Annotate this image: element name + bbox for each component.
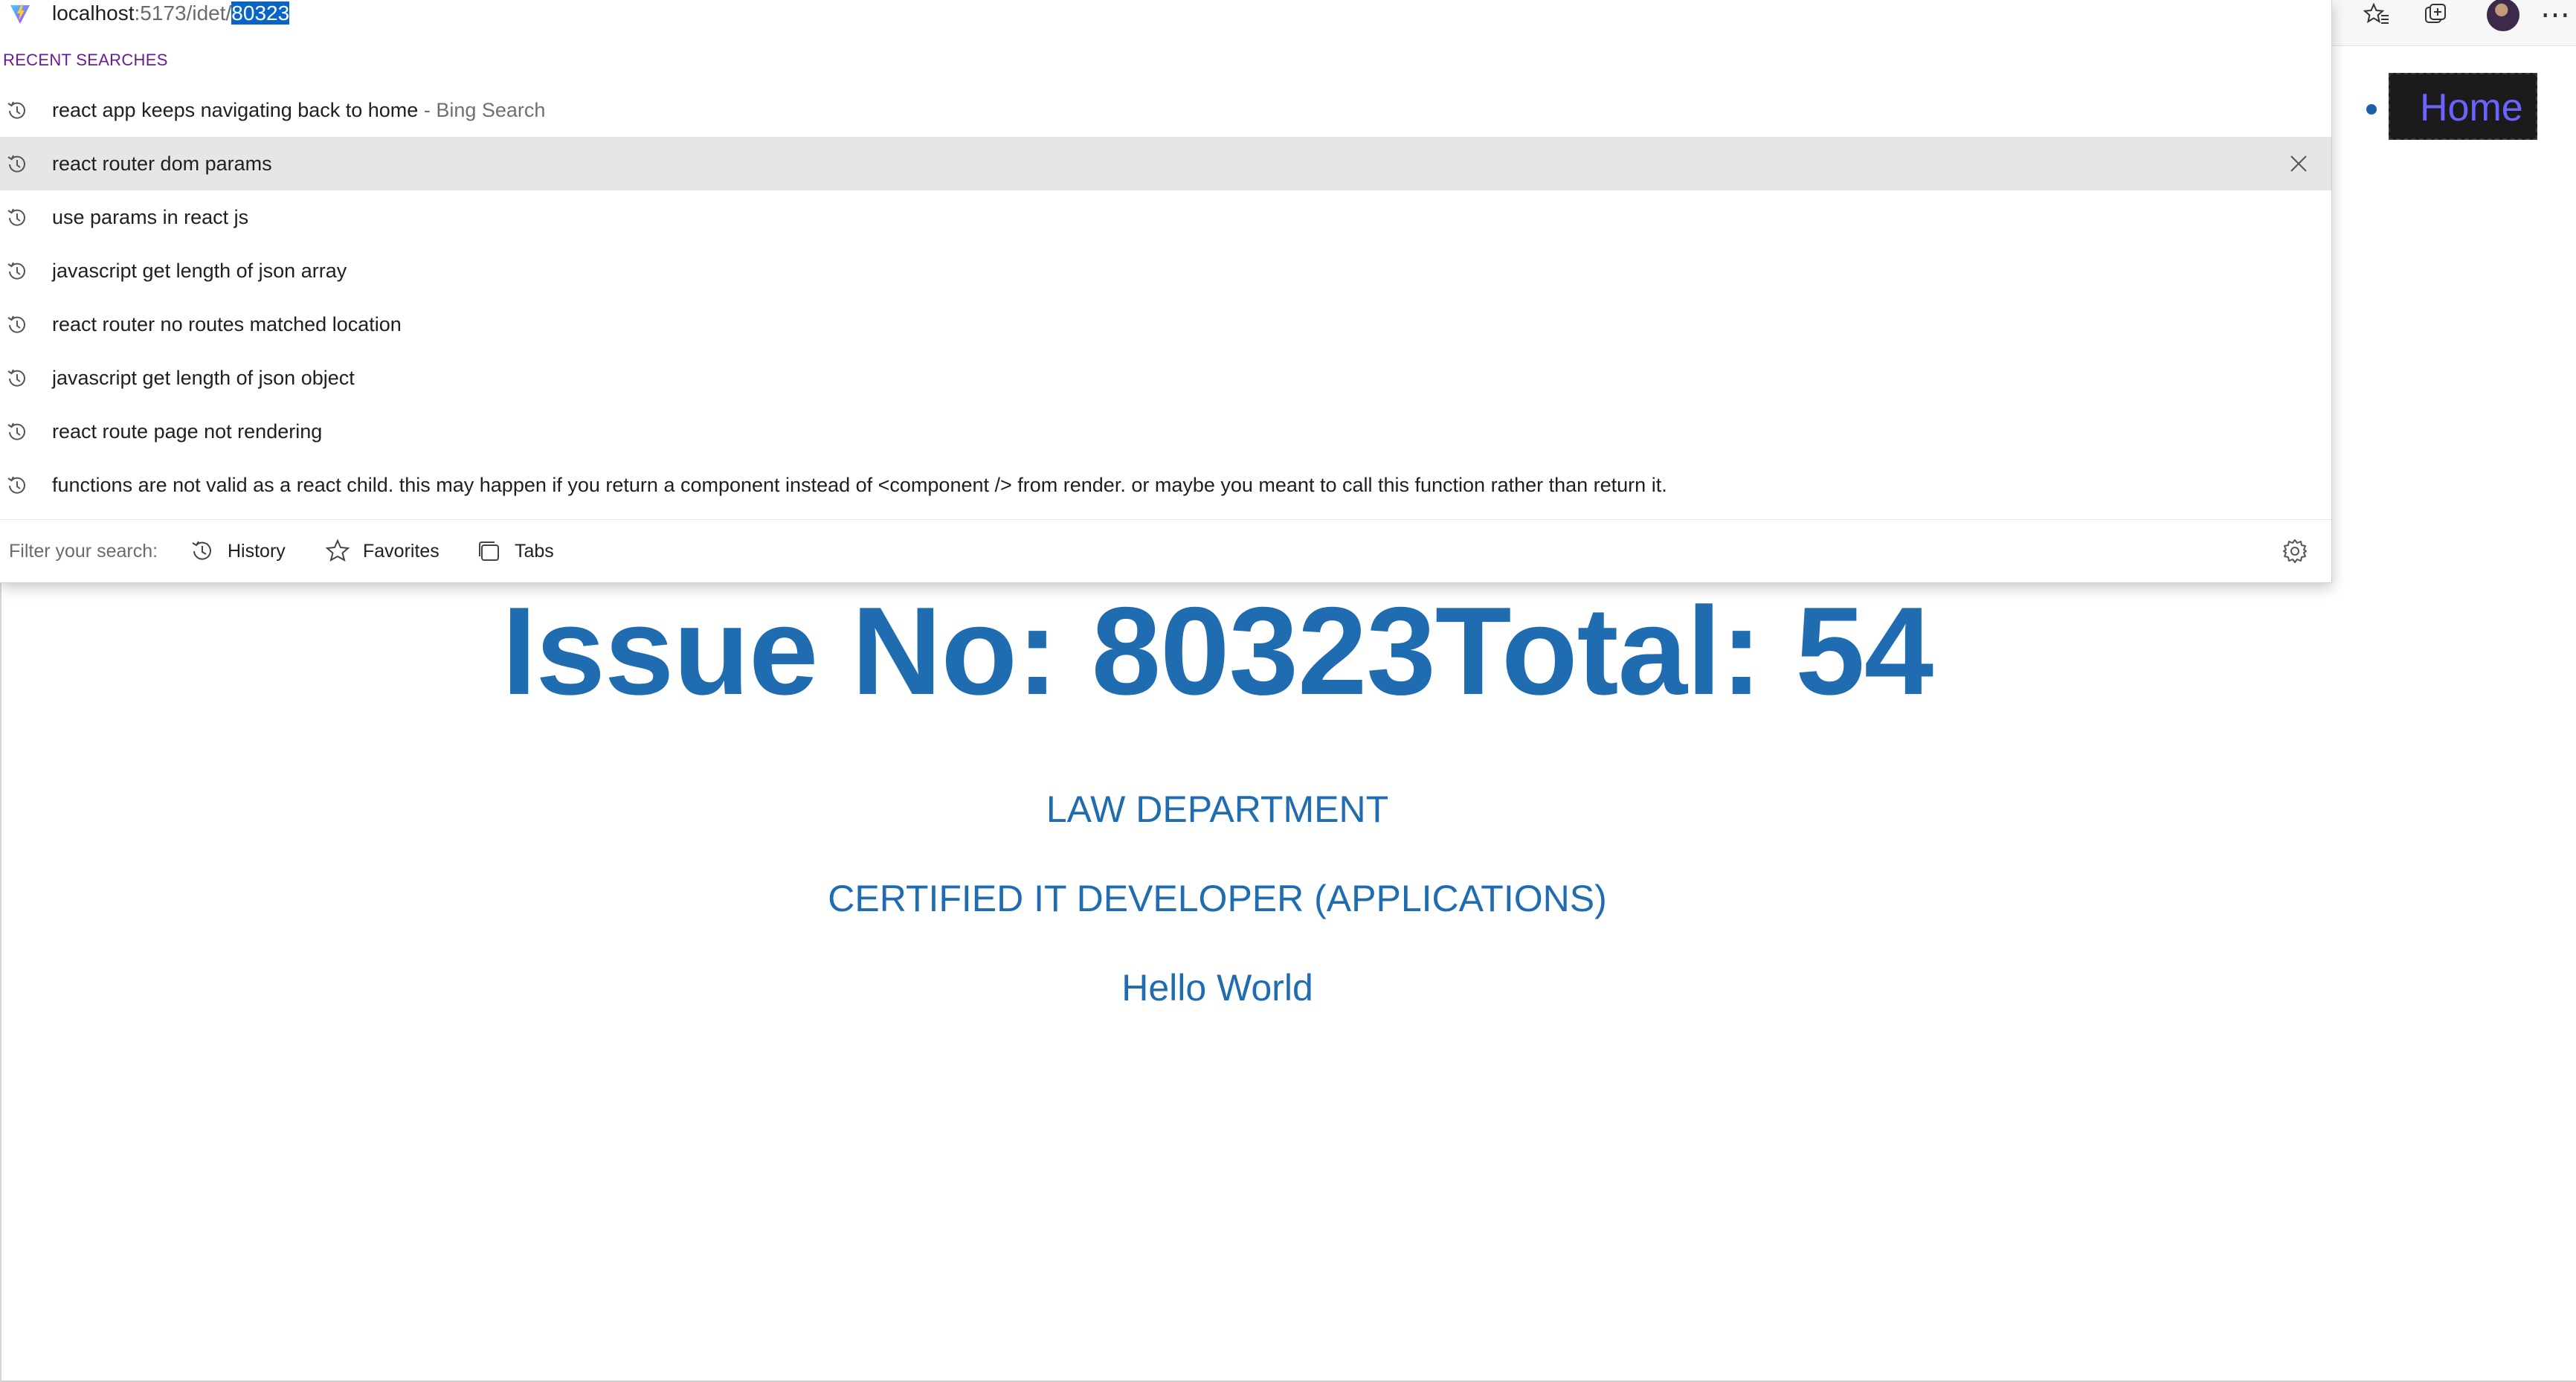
home-link[interactable]: Home <box>2389 73 2537 140</box>
url-selected-text: 80323 <box>231 1 290 25</box>
nav-item-home: Home <box>2366 73 2537 140</box>
suggestion-text: react route page not rendering <box>52 420 322 443</box>
address-bar-dropdown: localhost:5173/idet/80323 RECENT SEARCHE… <box>0 0 2332 583</box>
browser-toolbar: ⋯ <box>2332 0 2576 46</box>
suggestion-query: react route page not rendering <box>52 420 323 443</box>
filter-bar: Filter your search: History Favorites Ta… <box>0 519 2331 583</box>
url-host: localhost <box>52 1 135 25</box>
vite-favicon-icon <box>10 4 30 24</box>
suggestion-query: javascript get length of json object <box>52 366 355 389</box>
recent-searches-label: RECENT SEARCHES <box>3 51 168 69</box>
filter-history-button[interactable]: History <box>189 535 286 568</box>
suggestion-text: use params in react js <box>52 206 248 229</box>
suggestion-item[interactable]: javascript get length of json array <box>0 244 2331 298</box>
history-icon <box>7 476 25 494</box>
suggestion-item[interactable]: javascript get length of json object <box>0 351 2331 405</box>
history-icon <box>7 422 25 440</box>
star-icon <box>325 539 350 562</box>
suggestion-list: react app keeps navigating back to home … <box>0 83 2331 512</box>
history-icon <box>7 208 25 226</box>
collections-icon[interactable] <box>2414 0 2459 30</box>
filter-favorites-label: Favorites <box>363 540 439 562</box>
filter-tabs-button[interactable]: Tabs <box>476 535 554 568</box>
department-text: LAW DEPARTMENT <box>1046 788 1389 830</box>
suggestion-item[interactable]: use params in react js <box>0 190 2331 244</box>
history-icon <box>7 262 25 280</box>
history-icon <box>7 315 25 333</box>
suggestion-item[interactable]: functions are not valid as a react child… <box>0 458 2331 512</box>
history-icon <box>7 101 25 119</box>
suggestion-text: react router dom params <box>52 152 272 176</box>
suggestion-query: react app keeps navigating back to home <box>52 98 419 121</box>
url-input[interactable]: localhost:5173/idet/80323 <box>52 0 290 27</box>
greeting-text: Hello World <box>1121 967 1313 1009</box>
issue-heading: Issue No: 80323Total: 54 <box>501 581 1933 721</box>
filter-label: Filter your search: <box>9 541 158 562</box>
close-icon[interactable] <box>2287 152 2311 176</box>
suggestion-query: react router no routes matched location <box>52 312 402 335</box>
suggestion-query: javascript get length of json array <box>52 259 347 282</box>
suggestion-query: react router dom params <box>52 152 272 175</box>
more-icon[interactable]: ⋯ <box>2533 0 2576 30</box>
filter-tabs-label: Tabs <box>515 540 554 562</box>
suggestion-item[interactable]: react router no routes matched location <box>0 298 2331 351</box>
suggestion-source: - Bing Search <box>418 98 546 121</box>
history-icon <box>7 155 25 173</box>
tabs-icon <box>479 541 499 561</box>
suggestion-query: functions are not valid as a react child… <box>52 473 1667 496</box>
suggestion-text: react app keeps navigating back to home … <box>52 99 545 122</box>
history-icon <box>192 541 211 560</box>
filter-history-label: History <box>228 540 286 562</box>
suggestion-text: javascript get length of json object <box>52 367 355 390</box>
suggestion-text: react router no routes matched location <box>52 313 402 336</box>
filter-favorites-button[interactable]: Favorites <box>324 535 439 568</box>
favorites-icon[interactable] <box>2354 0 2399 30</box>
history-icon <box>7 369 25 387</box>
gear-icon[interactable] <box>2282 538 2308 565</box>
suggestion-item[interactable]: react route page not rendering <box>0 405 2331 458</box>
list-bullet <box>2366 104 2377 115</box>
nav-list: Home <box>2366 73 2537 140</box>
suggestion-query: use params in react js <box>52 205 249 228</box>
suggestion-item[interactable]: react app keeps navigating back to home … <box>0 83 2331 137</box>
avatar <box>2487 0 2519 31</box>
suggestion-item[interactable]: react router dom params <box>0 137 2331 190</box>
suggestion-text: functions are not valid as a react child… <box>52 474 1667 497</box>
job-title-text: CERTIFIED IT DEVELOPER (APPLICATIONS) <box>828 878 1607 919</box>
url-path: :5173/idet/ <box>134 1 232 25</box>
profile-avatar[interactable] <box>2481 0 2525 31</box>
address-bar[interactable]: localhost:5173/idet/80323 <box>0 0 2331 30</box>
suggestion-text: javascript get length of json array <box>52 260 347 283</box>
